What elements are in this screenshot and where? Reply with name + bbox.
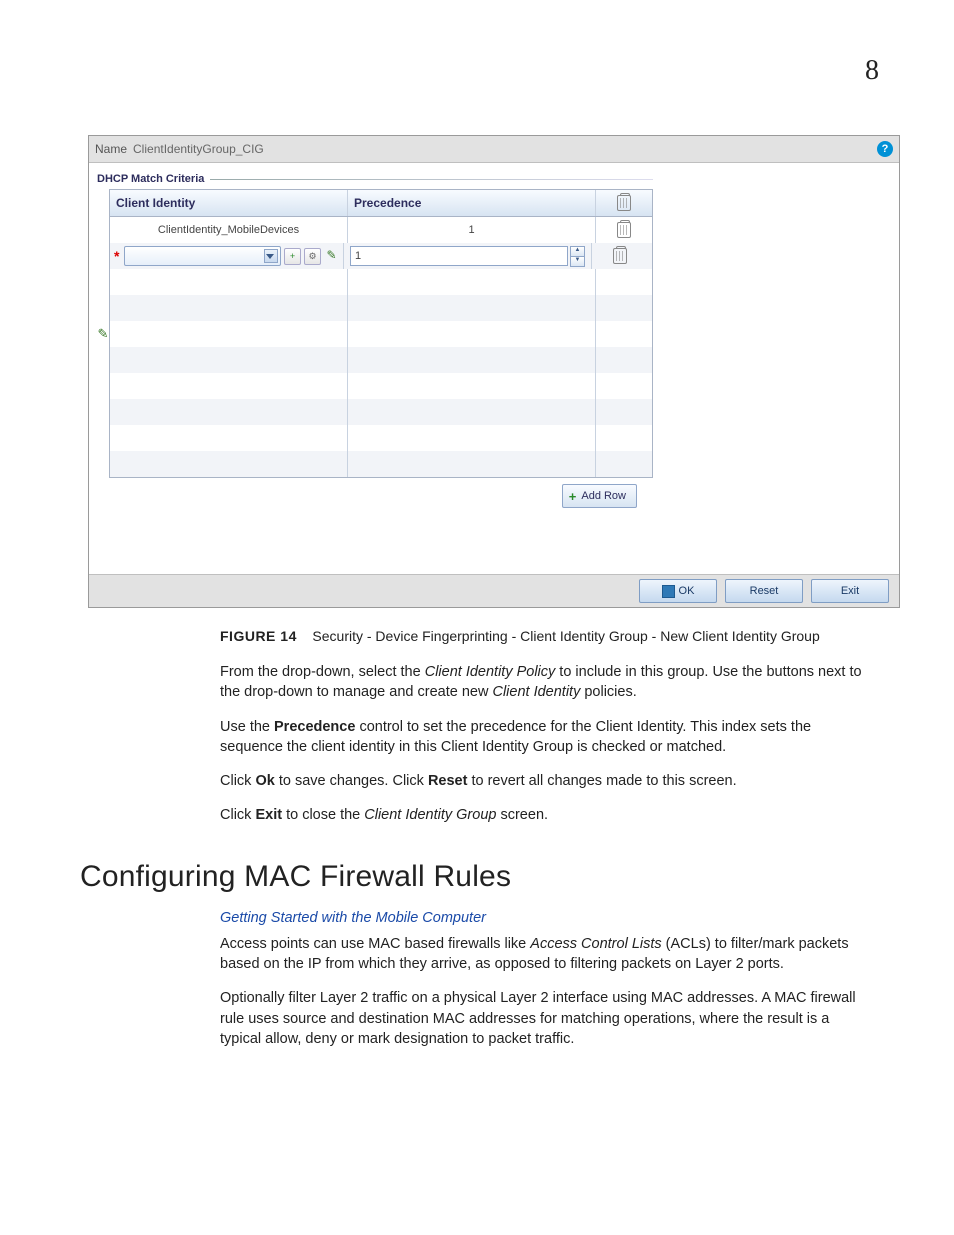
fieldset-title-text: DHCP Match Criteria xyxy=(97,173,204,185)
cell-delete[interactable] xyxy=(596,217,652,243)
col-delete-header[interactable] xyxy=(596,190,652,216)
fieldset-rule xyxy=(210,179,653,180)
text-italic: Client Identity xyxy=(492,684,580,700)
table-row xyxy=(110,425,652,451)
text: From the drop-down, select the xyxy=(220,664,425,680)
paragraph: From the drop-down, select the Client Id… xyxy=(220,662,870,703)
table-row xyxy=(110,347,652,373)
spin-down-icon[interactable]: ▼ xyxy=(570,256,585,267)
ok-label: OK xyxy=(679,585,695,597)
match-grid: Client Identity Precedence ClientIdentit… xyxy=(109,189,653,478)
body-text: Access points can use MAC based firewall… xyxy=(220,934,870,1049)
panel-footer: OK Reset Exit xyxy=(89,574,899,607)
paragraph: Access points can use MAC based firewall… xyxy=(220,934,870,975)
reset-label: Reset xyxy=(750,585,779,597)
section-heading: Configuring MAC Firewall Rules xyxy=(80,860,894,894)
table-row xyxy=(110,269,652,295)
exit-button[interactable]: Exit xyxy=(811,579,889,603)
paragraph: Optionally filter Layer 2 traffic on a p… xyxy=(220,988,870,1049)
cross-ref-link[interactable]: Getting Started with the Mobile Computer xyxy=(220,910,894,926)
text-italic: Access Control Lists xyxy=(530,936,661,952)
text: policies. xyxy=(580,684,636,700)
text: Access points can use MAC based firewall… xyxy=(220,936,530,952)
ok-button[interactable]: OK xyxy=(639,579,717,603)
plus-icon: + xyxy=(569,489,577,504)
cell-client-identity: ClientIdentity_MobileDevices xyxy=(110,217,348,243)
cell-delete[interactable] xyxy=(592,243,648,269)
trash-icon xyxy=(613,248,627,264)
precedence-input[interactable]: 1 xyxy=(350,246,568,266)
table-row xyxy=(110,451,652,477)
paragraph: Use the Precedence control to set the pr… xyxy=(220,717,870,758)
text: screen. xyxy=(496,807,548,823)
text: Use the xyxy=(220,719,274,735)
add-row-button[interactable]: + Add Row xyxy=(562,484,637,508)
cell-precedence: 1 xyxy=(348,217,596,243)
table-row xyxy=(110,373,652,399)
exit-label: Exit xyxy=(841,585,859,597)
config-panel: Name ClientIdentityGroup_CIG ? DHCP Matc… xyxy=(88,135,900,608)
panel-header: Name ClientIdentityGroup_CIG ? xyxy=(89,136,899,163)
table-row xyxy=(110,399,652,425)
text-italic: Client Identity Policy xyxy=(425,664,556,680)
panel-body: DHCP Match Criteria ✎ Client Identity Pr… xyxy=(89,163,899,574)
edit-rail: ✎ xyxy=(97,189,109,478)
help-icon[interactable]: ? xyxy=(877,141,893,157)
manage-policy-icon[interactable]: ⚙ xyxy=(304,248,321,265)
grid-header-row: Client Identity Precedence xyxy=(110,190,652,217)
trash-icon xyxy=(617,195,631,211)
text-bold: Precedence xyxy=(274,719,355,735)
table-row xyxy=(110,321,652,347)
grid-body: ClientIdentity_MobileDevices 1 * xyxy=(110,217,652,477)
required-asterisk: * xyxy=(114,248,119,264)
page-number: 8 xyxy=(865,55,879,87)
text-bold: Ok xyxy=(255,773,274,789)
table-row[interactable]: ClientIdentity_MobileDevices 1 xyxy=(110,217,652,243)
text: Click xyxy=(220,807,255,823)
col-client-identity[interactable]: Client Identity xyxy=(110,190,348,216)
figure-lead: FIGURE 14 xyxy=(220,628,297,644)
name-value: ClientIdentityGroup_CIG xyxy=(133,142,264,156)
text: Click xyxy=(220,773,255,789)
text: to save changes. Click xyxy=(275,773,428,789)
text: to close the xyxy=(282,807,364,823)
edit-policy-icon[interactable]: ✎ xyxy=(324,248,339,263)
name-label: Name xyxy=(95,142,127,156)
text: to revert all changes made to this scree… xyxy=(467,773,736,789)
text-bold: Reset xyxy=(428,773,468,789)
add-policy-icon[interactable]: + xyxy=(284,248,301,265)
figure-caption: FIGURE 14 Security - Device Fingerprinti… xyxy=(220,628,894,644)
pencil-icon[interactable]: ✎ xyxy=(98,326,109,342)
client-identity-combo[interactable] xyxy=(124,246,281,266)
text-bold: Exit xyxy=(255,807,282,823)
disk-icon xyxy=(662,585,675,598)
trash-icon xyxy=(617,222,631,238)
fieldset-legend: DHCP Match Criteria xyxy=(97,173,653,185)
table-row xyxy=(110,295,652,321)
precedence-spinner[interactable]: ▲ ▼ xyxy=(570,246,585,267)
col-precedence[interactable]: Precedence xyxy=(348,190,596,216)
table-edit-row[interactable]: * + ⚙ ✎ 1 xyxy=(110,243,652,269)
paragraph: Click Exit to close the Client Identity … xyxy=(220,805,870,825)
body-text: From the drop-down, select the Client Id… xyxy=(220,662,870,826)
add-row-label: Add Row xyxy=(581,490,626,502)
reset-button[interactable]: Reset xyxy=(725,579,803,603)
figure-text: Security - Device Fingerprinting - Clien… xyxy=(312,628,819,644)
spin-up-icon[interactable]: ▲ xyxy=(570,246,585,256)
paragraph: Click Ok to save changes. Click Reset to… xyxy=(220,771,870,791)
text-italic: Client Identity Group xyxy=(364,807,496,823)
